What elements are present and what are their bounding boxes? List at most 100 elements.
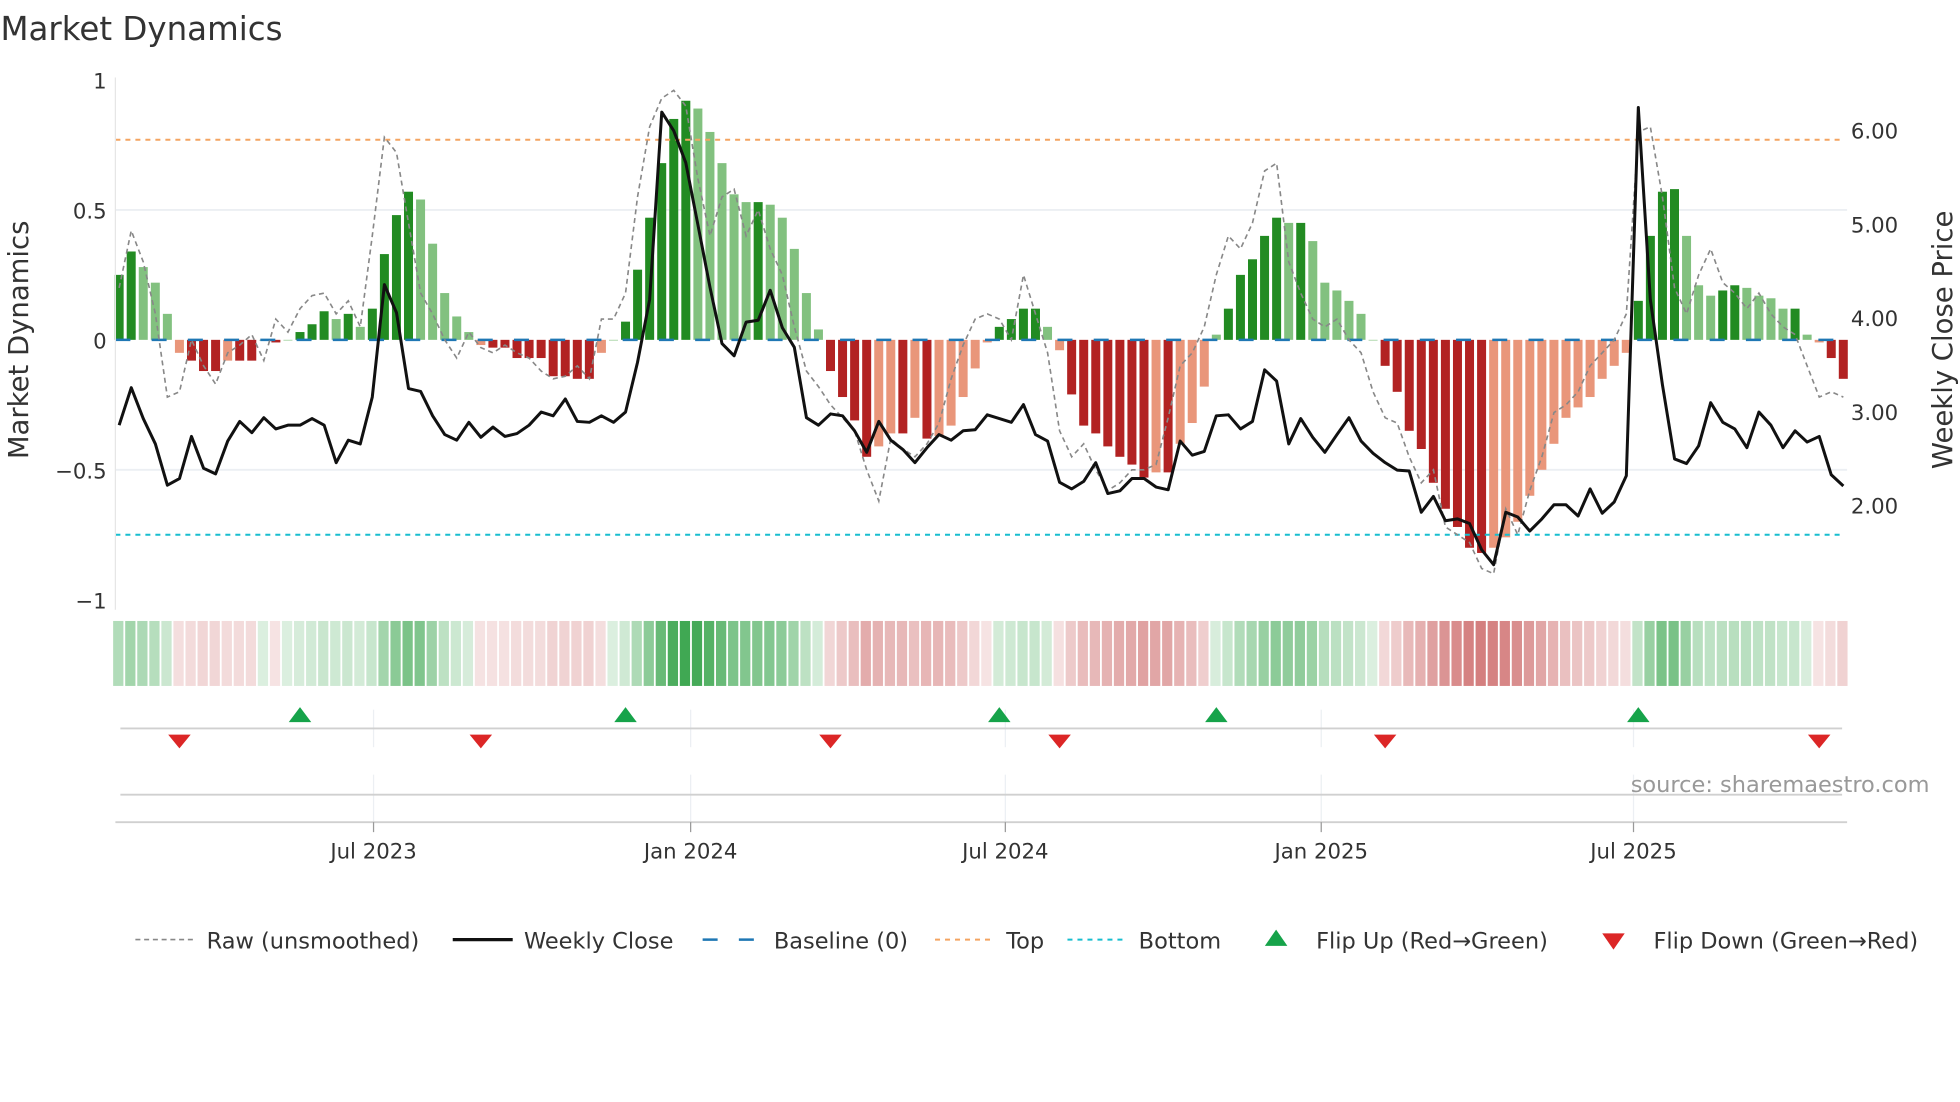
strip-cell (812, 620, 823, 686)
strip-cell (920, 620, 932, 686)
legend-label: Top (1005, 928, 1044, 954)
bar (584, 339, 594, 379)
strip-cell (619, 620, 630, 686)
strip-cell (1451, 620, 1462, 686)
bar (319, 311, 329, 340)
bar (741, 202, 751, 340)
strip-cell (161, 620, 172, 686)
flip-down-marker (819, 734, 842, 749)
x-tick-label: Jul 2023 (328, 839, 416, 864)
x-tick-label: Jan 2025 (1272, 839, 1368, 864)
bar (862, 339, 872, 457)
strip-cell (330, 620, 341, 686)
strip-cell (1523, 620, 1535, 686)
legend: Raw (unsmoothed) Weekly Close Baseline (0)… (135, 928, 1918, 954)
strip-cell (450, 620, 461, 686)
bar (826, 339, 836, 372)
bar (1766, 298, 1776, 340)
strip-cell (860, 620, 871, 686)
strip-cell (607, 620, 618, 686)
strip-cell (1584, 620, 1595, 686)
bar (1682, 235, 1692, 340)
y2-tick-label: 3.00 (1851, 401, 1898, 426)
y-tick-label: 0 (93, 330, 107, 355)
bar (729, 194, 739, 340)
strip-cell (402, 620, 413, 686)
y-tick-label: 0.5 (73, 200, 107, 225)
strip-cell (969, 620, 980, 686)
bar (367, 308, 377, 340)
strip-cell (113, 620, 124, 686)
bar (1513, 339, 1523, 522)
strip-cell (486, 620, 498, 686)
y-axis-label: Market Dynamics (3, 221, 35, 460)
bar (1742, 287, 1752, 340)
chart-title: Market Dynamics (0, 10, 282, 48)
strip-cell (1137, 620, 1149, 686)
bar (1248, 259, 1257, 340)
bar (162, 313, 172, 340)
bar (1199, 339, 1209, 387)
bar (560, 339, 570, 377)
strip-cell (1439, 620, 1450, 686)
bar (548, 339, 558, 377)
strip-cell (1716, 620, 1727, 686)
strip-cell (1174, 620, 1185, 686)
bar (717, 163, 727, 340)
strip-cell (233, 620, 244, 686)
strip-cell (137, 620, 148, 686)
bar (886, 339, 896, 434)
strip-cell (1379, 620, 1390, 686)
strip-cell (1089, 620, 1101, 686)
strip-cell (1053, 620, 1064, 686)
bar (801, 293, 811, 340)
strip-cell (269, 620, 281, 686)
strip-cell (1186, 620, 1197, 686)
x-tick-label: Jul 2024 (960, 839, 1048, 864)
strip-cell (1234, 620, 1245, 686)
bar (1790, 308, 1800, 340)
strip-cell (1005, 620, 1016, 686)
strip-cell (1572, 620, 1583, 686)
bar (1067, 339, 1077, 395)
flip-down-marker (469, 734, 493, 749)
triangle-up-icon (1264, 929, 1288, 946)
strip-cell (1306, 620, 1318, 686)
strip-cell (848, 620, 859, 686)
strip-cell (1270, 620, 1281, 686)
strip-cell (1282, 620, 1293, 686)
strip-cell (752, 620, 763, 686)
strip-cell (1559, 620, 1571, 686)
strip-cell (1367, 620, 1378, 686)
bar (1079, 339, 1089, 426)
bar (331, 319, 341, 340)
strip-cell (1222, 620, 1233, 686)
bar (536, 339, 546, 359)
bar (633, 269, 643, 340)
strip-cell (993, 620, 1004, 686)
bar (1585, 339, 1595, 398)
bar (1573, 339, 1583, 408)
strip-cell (1680, 620, 1691, 686)
market-dynamics-chart: Market Dynamics 1 0.5 0 −0.5 −1 6.00 5.00 4.00 3… (0, 10, 1959, 954)
strip-cell (245, 620, 257, 686)
strip-cell (933, 620, 944, 686)
strip-cell (342, 620, 353, 686)
strip-cell (788, 620, 799, 686)
bar (1440, 339, 1450, 509)
strip-cell (1246, 620, 1257, 686)
strip-cell (1391, 620, 1402, 686)
bar (1416, 339, 1426, 449)
strip-cell (583, 620, 594, 686)
strip-cell (535, 620, 546, 686)
bar (765, 204, 775, 340)
bar (838, 339, 848, 398)
strip-cell (1777, 620, 1788, 686)
flip-down-marker (1807, 734, 1831, 749)
bar (1091, 339, 1101, 434)
bar (1380, 339, 1390, 366)
strip-cell (1789, 620, 1800, 686)
bar (223, 339, 233, 361)
strip-cell (1825, 620, 1836, 686)
strip-cell (728, 620, 739, 686)
